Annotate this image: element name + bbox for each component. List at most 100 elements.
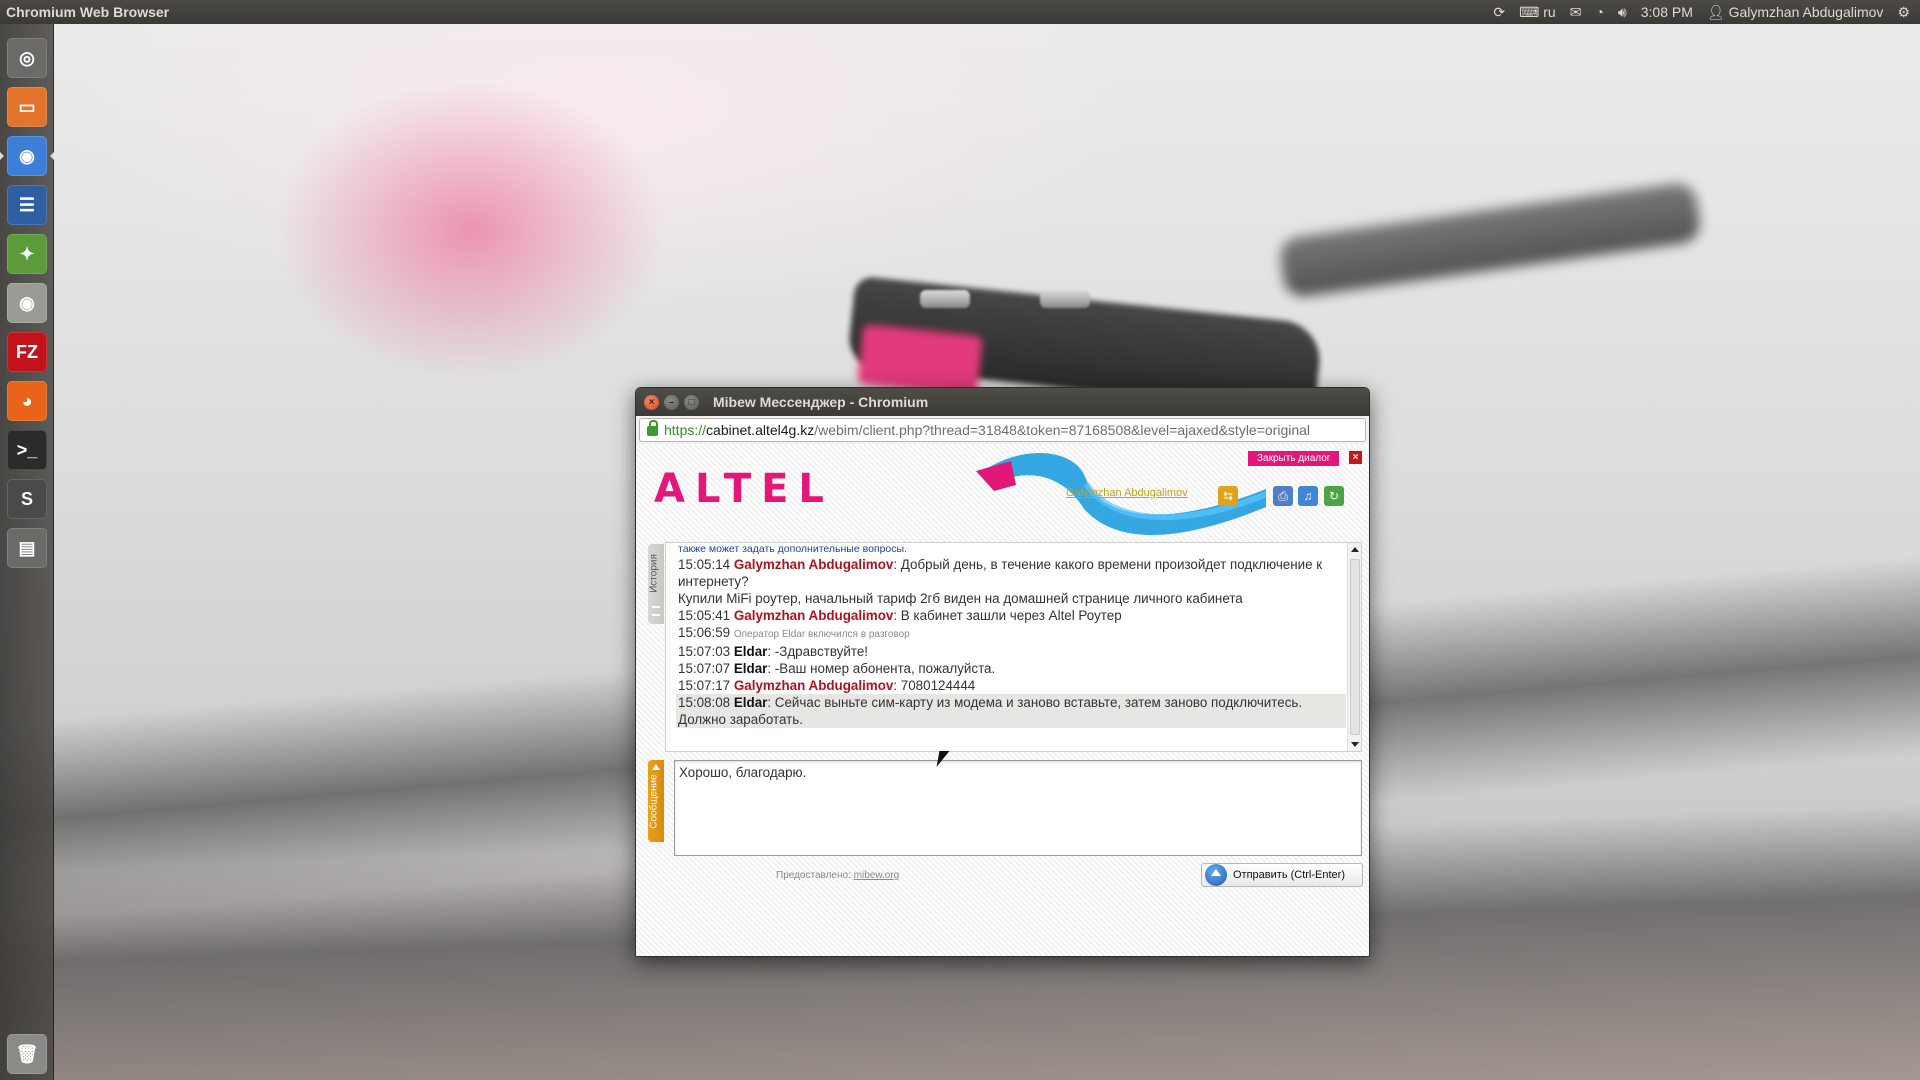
powered-by: Предоставлено: mibew.org: [776, 870, 899, 881]
message-tab-label: Сообщение: [648, 774, 660, 829]
sender-name: Eldar: [733, 661, 768, 676]
message-time: 15:08:08: [678, 695, 731, 710]
close-window-button[interactable]: ×: [644, 394, 659, 410]
sender-name: Eldar: [733, 695, 768, 710]
close-x-button[interactable]: ×: [1349, 451, 1362, 464]
message-time: 15:05:41: [678, 608, 731, 623]
arrow-up-icon: [652, 764, 660, 770]
chat-message: 15:08:08 Eldar: Сейчас выньте сим-карту …: [676, 694, 1346, 728]
volume-icon[interactable]: 🔊︎: [1618, 4, 1627, 21]
chat-page: ALTEL Закрыть диалог × Galymzhan Abdugal…: [636, 444, 1369, 956]
refresh-icon[interactable]: ↻: [1324, 486, 1344, 506]
sync-icon[interactable]: ⟳: [1493, 4, 1505, 21]
top-panel: Chromium Web Browser ⟳ ⌨ ru ✉ ◔ 🔊︎ 3:08 …: [0, 0, 1920, 24]
writer-icon[interactable]: ☰: [7, 185, 47, 225]
maximize-window-button[interactable]: □: [684, 394, 699, 410]
minimize-window-button[interactable]: –: [664, 394, 679, 410]
url-host: cabinet.altel4g.kz: [706, 422, 815, 438]
history-tab[interactable]: История: [648, 544, 664, 624]
filezilla-icon[interactable]: FZ: [7, 332, 47, 372]
message-text: : -Здравствуйте!: [767, 644, 868, 659]
message-time: 15:06:59: [678, 625, 731, 640]
active-indicator: [50, 152, 54, 160]
clock[interactable]: 3:08 PM: [1641, 4, 1693, 20]
user-name: Galymzhan Abdugalimov: [1728, 3, 1884, 20]
files-icon[interactable]: ▭: [7, 87, 47, 127]
message-text: : 7080124444: [893, 678, 976, 693]
background-knob: [920, 290, 970, 308]
operator-name-link[interactable]: Galymzhan Abdugalimov: [1066, 487, 1188, 499]
print-icon[interactable]: ⎙: [1273, 486, 1293, 506]
altel-logo: ALTEL: [654, 466, 834, 512]
firefox-icon[interactable]: ◕: [7, 381, 47, 421]
message-text: : Сейчас выньте сим-карту из модема и за…: [678, 695, 1303, 727]
scroll-down-icon[interactable]: [1351, 742, 1359, 747]
wifi-icon[interactable]: ◔: [1595, 4, 1603, 20]
system-tray: ⟳ ⌨ ru ✉ ◔ 🔊︎ 3:08 PM 👤︎ Galymzhan Abdug…: [1493, 4, 1920, 21]
exchange-icon[interactable]: ⇆: [1218, 486, 1238, 506]
url-path: /webim/client.php?thread=31848&token=871…: [814, 422, 1311, 438]
chat-history[interactable]: также может задать дополнительные вопрос…: [665, 542, 1362, 752]
message-tab[interactable]: Сообщение: [648, 760, 664, 842]
launcher: ◎ ▭ ◉ ☰ ✦ ◉ FZ ◕ >_ S ▤ 🗑: [0, 24, 54, 1080]
chat-message: 15:07:03 Eldar: -Здравствуйте!: [676, 643, 1346, 660]
background-knob: [1040, 290, 1090, 308]
chat-message: 15:05:14 Galymzhan Abdugalimov: Добрый д…: [676, 556, 1346, 590]
chat-message: 15:06:59 Оператор Eldar включился в разг…: [676, 624, 1346, 643]
scroll-thumb[interactable]: [1350, 559, 1360, 735]
browser-window: × – □ Mibew Мессенджер - Chromium https:…: [635, 387, 1370, 957]
message-time: 15:05:14: [678, 557, 731, 572]
chat-message: 15:05:41 Galymzhan Abdugalimov: В кабине…: [676, 607, 1346, 624]
message-input[interactable]: Хорошо, благодарю.: [674, 760, 1362, 856]
chat-message: 15:07:17 Galymzhan Abdugalimov: 70801244…: [676, 677, 1346, 694]
history-tab-label: История: [648, 554, 660, 593]
url-scheme: https://: [664, 422, 707, 438]
dash-icon[interactable]: ◎: [7, 38, 47, 78]
send-button-label: Отправить (Ctrl-Enter): [1233, 869, 1345, 881]
lock-icon: [647, 420, 658, 436]
keyboard-layout: ru: [1543, 3, 1556, 20]
gear-icon[interactable]: ⚙: [1897, 4, 1910, 21]
sender-name: Galymzhan Abdugalimov: [733, 678, 894, 693]
window-title: Mibew Мессенджер - Chromium: [713, 394, 929, 410]
sea-game-icon[interactable]: ✦: [7, 234, 47, 274]
sender-name: Galymzhan Abdugalimov: [733, 608, 894, 623]
window-titlebar[interactable]: × – □ Mibew Мессенджер - Chromium: [636, 388, 1369, 416]
background-turntable-arm-blur: [1277, 181, 1703, 299]
address-bar[interactable]: https:// cabinet.altel4g.kz /webim/clien…: [639, 418, 1366, 442]
running-indicator: [0, 152, 4, 160]
send-button[interactable]: Отправить (Ctrl-Enter): [1201, 863, 1363, 887]
trash-icon[interactable]: 🗑: [7, 1034, 47, 1074]
message-time: 15:07:03: [678, 644, 731, 659]
close-dialog-button[interactable]: Закрыть диалог: [1248, 451, 1340, 466]
message-time: 15:07:07: [678, 661, 731, 676]
message-text: : В кабинет зашли через Altel Роутер: [893, 608, 1122, 623]
system-message: Оператор Eldar включился в разговор: [733, 629, 910, 640]
sender-name: Galymzhan Abdugalimov: [733, 557, 894, 572]
grip-icon: [652, 606, 660, 616]
sublime-icon[interactable]: S: [7, 479, 47, 519]
chat-scrollbar[interactable]: [1347, 543, 1361, 751]
background-pink-element: [857, 323, 983, 397]
chromium-icon[interactable]: ◉: [7, 136, 47, 176]
chat-message: также может задать дополнительные вопрос…: [678, 543, 907, 555]
chat-message: Купили MiFi роутер, начальный тариф 2гб …: [678, 591, 1243, 606]
mibew-link[interactable]: mibew.org: [854, 870, 900, 881]
chat-messages: также может задать дополнительные вопрос…: [676, 543, 1346, 728]
user-menu[interactable]: 👤︎ Galymzhan Abdugalimov: [1707, 4, 1884, 21]
chat-message: 15:07:07 Eldar: -Ваш номер абонента, пож…: [676, 660, 1346, 677]
send-icon: [1205, 864, 1227, 886]
sender-name: Eldar: [733, 644, 768, 659]
mail-icon[interactable]: ✉: [1570, 4, 1582, 21]
scroll-up-icon[interactable]: [1351, 547, 1359, 552]
user-icon: 👤︎: [1706, 3, 1725, 20]
terminal-icon[interactable]: >_: [7, 430, 47, 470]
active-app-title: Chromium Web Browser: [6, 4, 170, 20]
workspace-icon[interactable]: ▤: [7, 528, 47, 568]
powered-by-label: Предоставлено:: [776, 870, 851, 881]
speaker-icon[interactable]: ◉: [7, 283, 47, 323]
keyboard-icon[interactable]: ⌨ ru: [1519, 4, 1556, 21]
message-time: 15:07:17: [678, 678, 731, 693]
message-text: : -Ваш номер абонента, пожалуйста.: [767, 661, 996, 676]
sound-icon[interactable]: ♫: [1298, 486, 1318, 506]
